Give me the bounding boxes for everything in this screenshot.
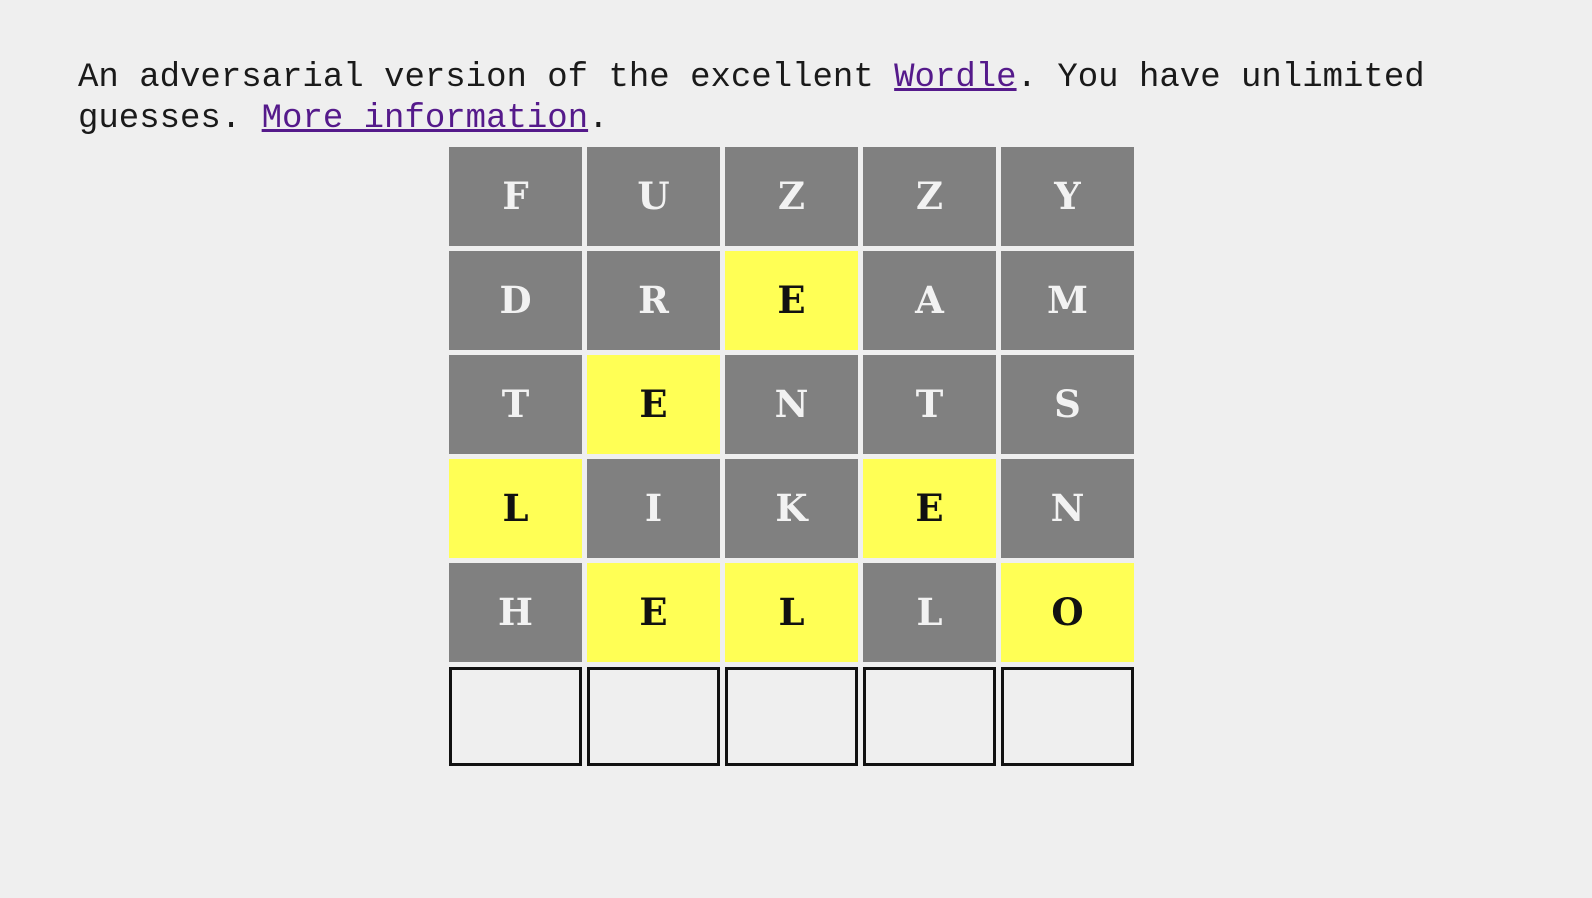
board-row: LIKEN bbox=[449, 459, 1134, 558]
page-root: An adversarial version of the excellent … bbox=[0, 0, 1592, 898]
letter-tile: E bbox=[587, 563, 720, 662]
letter-tile: L bbox=[449, 459, 582, 558]
letter-tile: N bbox=[1001, 459, 1134, 558]
letter-tile[interactable] bbox=[449, 667, 582, 766]
letter-tile: U bbox=[587, 147, 720, 246]
board-row: FUZZY bbox=[449, 147, 1134, 246]
letter-tile: E bbox=[725, 251, 858, 350]
intro-paragraph: An adversarial version of the excellent … bbox=[78, 58, 1498, 140]
board-row bbox=[449, 667, 1134, 766]
letter-tile: H bbox=[449, 563, 582, 662]
letter-tile: I bbox=[587, 459, 720, 558]
letter-tile: L bbox=[725, 563, 858, 662]
letter-tile: E bbox=[863, 459, 996, 558]
letter-tile: T bbox=[863, 355, 996, 454]
letter-tile[interactable] bbox=[863, 667, 996, 766]
letter-tile[interactable] bbox=[587, 667, 720, 766]
intro-text-part-3: . bbox=[588, 100, 609, 138]
letter-tile: F bbox=[449, 147, 582, 246]
wordle-link[interactable]: Wordle bbox=[894, 59, 1016, 97]
letter-tile: Z bbox=[725, 147, 858, 246]
letter-tile: M bbox=[1001, 251, 1134, 350]
letter-tile: E bbox=[587, 355, 720, 454]
letter-tile[interactable] bbox=[1001, 667, 1134, 766]
more-information-link[interactable]: More information bbox=[262, 100, 588, 138]
letter-tile: N bbox=[725, 355, 858, 454]
board-row: TENTS bbox=[449, 355, 1134, 454]
letter-tile: Y bbox=[1001, 147, 1134, 246]
letter-tile: Z bbox=[863, 147, 996, 246]
letter-tile: A bbox=[863, 251, 996, 350]
letter-tile[interactable] bbox=[725, 667, 858, 766]
intro-text-part-1: An adversarial version of the excellent bbox=[78, 59, 895, 97]
board-row: DREAM bbox=[449, 251, 1134, 350]
letter-tile: S bbox=[1001, 355, 1134, 454]
letter-tile: R bbox=[587, 251, 720, 350]
letter-tile: K bbox=[725, 459, 858, 558]
letter-tile: D bbox=[449, 251, 582, 350]
letter-tile: T bbox=[449, 355, 582, 454]
letter-tile: L bbox=[863, 563, 996, 662]
wordle-board: FUZZYDREAMTENTSLIKENHELLO bbox=[449, 147, 1134, 766]
letter-tile: O bbox=[1001, 563, 1134, 662]
board-row: HELLO bbox=[449, 563, 1134, 662]
